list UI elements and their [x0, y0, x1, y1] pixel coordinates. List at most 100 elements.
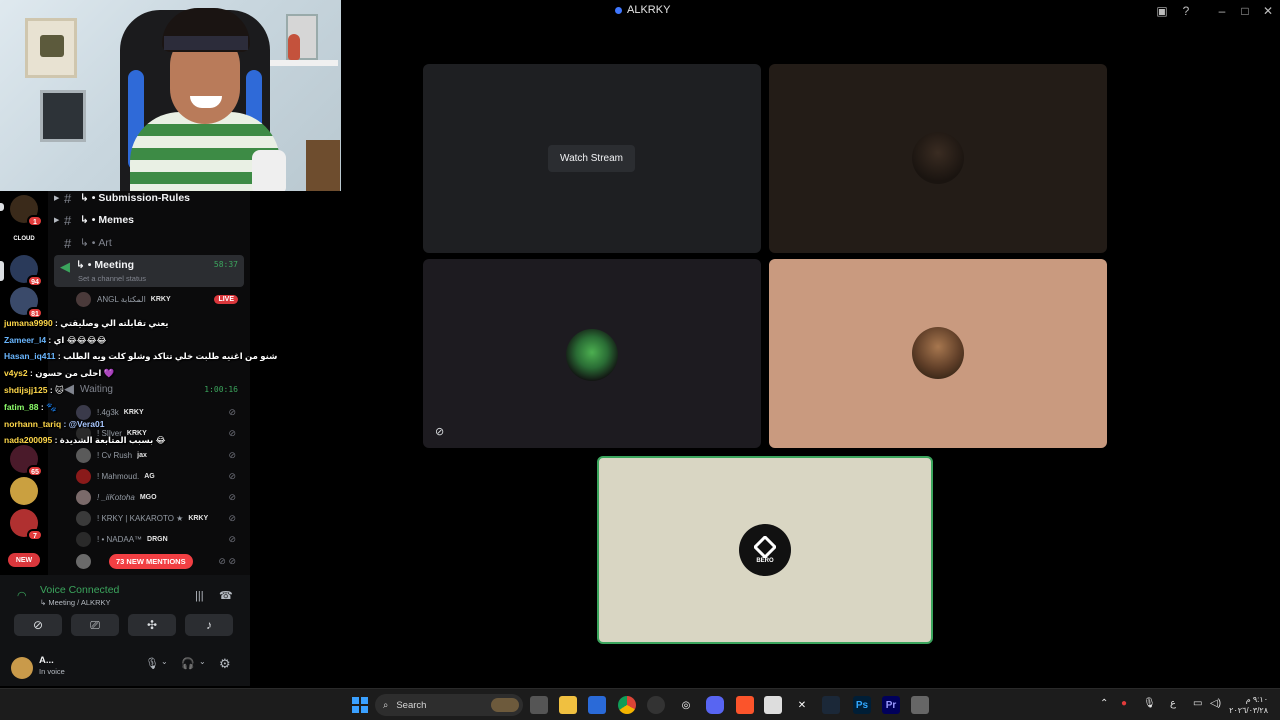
chevron-down-icon[interactable]: ⌄ [199, 657, 206, 666]
store-icon[interactable] [588, 696, 606, 714]
maximize-icon[interactable]: □ [1237, 3, 1253, 19]
channel-art[interactable]: # ↳ • Art [54, 233, 244, 253]
steam-icon[interactable]: ◎ [677, 696, 695, 714]
server-icon[interactable]: 94 [10, 255, 43, 287]
server-icon[interactable]: 1 [10, 195, 43, 227]
network-icon[interactable]: ▭ [1193, 698, 1202, 709]
server-icon[interactable]: 65 [10, 445, 43, 477]
voice-user[interactable]: ! • NADAA™ DRGN ⊘ [76, 529, 244, 549]
microphone-icon[interactable]: 🎙 [1143, 698, 1156, 709]
server-icon[interactable]: 7 [10, 509, 43, 541]
server-icon[interactable]: 81 [10, 287, 43, 319]
chat-text: : احلى من حسون 💜 [27, 368, 115, 378]
channel-list: ▶ # ↳ • Submission-Rules ▶ # ↳ • Memes #… [48, 191, 250, 575]
file-explorer-icon[interactable] [559, 696, 577, 714]
channel-waiting[interactable]: ◀ Waiting 1:00:16 [54, 379, 244, 399]
chat-user: shdijsjj125 [4, 385, 48, 395]
screenshare-button[interactable]: ⎚ [71, 614, 119, 636]
avatar [912, 132, 964, 184]
channel-meeting[interactable]: ◀ ↳ • Meeting 58:37 Set a channel status [54, 255, 244, 287]
new-servers-pill[interactable]: NEW [8, 553, 40, 567]
user-tag: KRKY [188, 514, 209, 522]
participant-tile[interactable]: ⊘ [423, 259, 761, 448]
vase [288, 34, 300, 60]
activities-button[interactable]: ✣ [128, 614, 176, 636]
webcam-overlay [0, 0, 341, 191]
steam-icon[interactable] [822, 696, 840, 714]
voice-connected-label[interactable]: Voice Connected [40, 584, 119, 596]
unread-pill [0, 203, 4, 211]
disconnect-icon[interactable]: ☎ [219, 589, 233, 602]
shelf [258, 60, 338, 66]
volume-icon[interactable]: ◁) [1210, 698, 1221, 709]
inbox-icon[interactable]: ▣ [1154, 3, 1170, 19]
channel-memes[interactable]: ▶ # ↳ • Memes [54, 210, 244, 230]
text-channel-icon: # [64, 212, 72, 228]
chevron-down-icon[interactable]: ⌄ [161, 657, 168, 666]
voice-panel: ◠ Voice Connected ↳ Meeting / ALKRKY |||… [0, 575, 250, 686]
voice-user[interactable]: ! Cv Rush jax ⊘ [76, 445, 244, 465]
deafened-icon: ⊘ [228, 533, 236, 544]
close-icon[interactable]: ✕ [1260, 3, 1276, 19]
task-view-icon[interactable] [530, 696, 548, 714]
stream-tile[interactable]: Watch Stream [423, 64, 761, 253]
chat-user: jumana9990 [4, 318, 53, 328]
chat-text: : شنو من اغنيه طلبت خلي تتاكد وشلو كلت و… [55, 351, 278, 361]
voice-user[interactable]: ! _iiKotoha MGO ⊘ [76, 487, 244, 507]
premiere-icon[interactable]: Pr [882, 696, 900, 714]
gear-icon[interactable]: ⚙ [219, 656, 231, 672]
brave-icon[interactable] [736, 696, 754, 714]
avatar [76, 510, 91, 526]
server-icon[interactable] [10, 477, 38, 505]
clock[interactable]: ٩:١٠ م ٢٠٢٦/٠٣/٢٨ [1229, 694, 1268, 716]
photoshop-icon[interactable]: Ps [853, 696, 871, 714]
avatar [76, 447, 91, 463]
help-icon[interactable]: ? [1178, 3, 1194, 19]
channel-label: Art [98, 237, 112, 249]
participant-tile[interactable] [769, 259, 1107, 448]
muted-icon: ⊘ [435, 426, 445, 438]
participant-tile-speaking[interactable]: BERO [597, 456, 933, 644]
server-cloud[interactable]: CLOUD [10, 225, 38, 253]
voice-channel-path[interactable]: ↳ Meeting / ALKRKY [40, 598, 111, 607]
chat-line: jumana9990 : يعني تقابلته الي وصليقتي [4, 318, 169, 329]
channel-label: Memes [98, 214, 135, 226]
headphones-icon[interactable]: 🎧 [181, 657, 195, 670]
avatar [76, 468, 91, 484]
avatar[interactable] [11, 657, 33, 679]
noise-suppression-icon[interactable]: ||| [195, 590, 204, 602]
wall-award [25, 18, 77, 78]
tray-app-icon[interactable]: ● [1121, 698, 1127, 709]
channel-submission-rules[interactable]: ▶ # ↳ • Submission-Rules [54, 191, 244, 208]
chat-text: : 🐱 [47, 385, 64, 395]
channel-prefix: ↳ • [80, 192, 96, 204]
x-icon[interactable]: ✕ [793, 696, 811, 714]
chevron-up-icon[interactable]: ⌃ [1100, 698, 1108, 709]
camera-button[interactable]: ⊘ [14, 614, 62, 636]
channel-prefix: ↳ • [80, 237, 96, 249]
chat-text: : @Vera01 [61, 419, 105, 429]
discord-icon[interactable] [706, 696, 724, 714]
chat-line: nada200095 : بسبب المتابعة الشديدة 😂 [4, 435, 166, 446]
voice-user[interactable]: ANGL المكتابة KRKY LIVE [76, 289, 244, 309]
participant-tile[interactable] [769, 64, 1107, 253]
voice-user[interactable]: ! KRKY | KAKAROTO ★ KRKY ⊘ [76, 508, 244, 528]
app-icon[interactable] [647, 696, 665, 714]
server-badge: 65 [27, 465, 43, 477]
watch-stream-button[interactable]: Watch Stream [548, 145, 635, 172]
soundboard-button[interactable]: ♪ [185, 614, 233, 636]
app-icon[interactable] [911, 696, 929, 714]
chrome-icon[interactable] [618, 696, 636, 714]
new-mentions-button[interactable]: 73 NEW MENTIONS [109, 554, 193, 569]
windows-start-icon[interactable] [351, 696, 369, 714]
channel-status[interactable]: Set a channel status [78, 274, 146, 283]
app-icon[interactable] [764, 696, 782, 714]
taskbar-search[interactable]: ⌕ Search [375, 694, 523, 716]
chat-user: norhann_tariq [4, 419, 62, 429]
signal-icon[interactable]: ◠ [17, 589, 27, 602]
voice-user[interactable]: ! Mahmoud. AG ⊘ [76, 466, 244, 486]
minimize-icon[interactable]: – [1214, 3, 1230, 19]
microphone-icon[interactable]: 🎙 [145, 657, 159, 670]
language-indicator[interactable]: ع [1170, 698, 1176, 709]
chat-text: : اي 😂😂😂😂 [46, 335, 107, 345]
